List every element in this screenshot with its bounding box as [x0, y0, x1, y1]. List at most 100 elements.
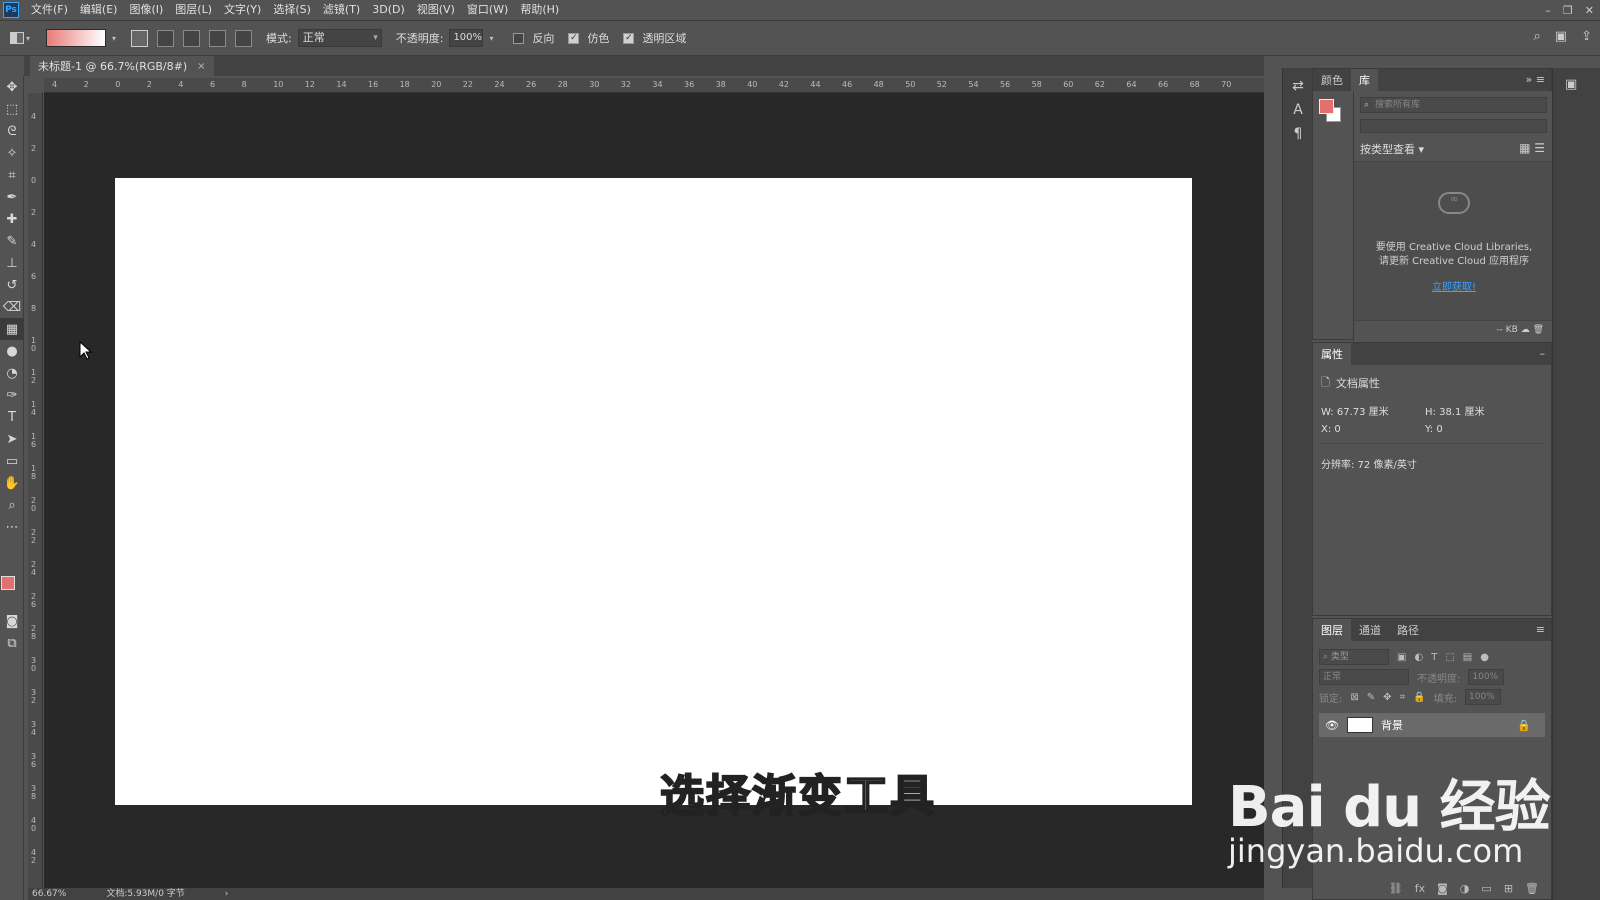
healing-brush-tool-icon[interactable]: ✚ — [0, 208, 24, 230]
paragraph-panel-icon[interactable]: ¶ — [1283, 122, 1313, 146]
layer-opacity-input[interactable]: 100% — [1468, 669, 1505, 685]
fx-icon[interactable]: fx — [1415, 882, 1425, 895]
blend-mode-select[interactable]: 正常 — [1319, 669, 1409, 685]
lock-transparent-icon[interactable]: ⊠ — [1350, 692, 1358, 703]
crop-tool-icon[interactable]: ⌗ — [0, 164, 24, 186]
canvas-workspace[interactable] — [44, 93, 1264, 888]
new-layer-icon[interactable]: ⊞ — [1504, 882, 1513, 895]
height-field[interactable]: H: 38.1 厘米 — [1425, 403, 1529, 418]
radial-gradient-button[interactable] — [157, 29, 174, 47]
layer-filter-select[interactable]: ⌕ 类型 — [1319, 649, 1389, 665]
opacity-input[interactable]: 100% — [449, 29, 484, 47]
restore-button[interactable]: ❐ — [1563, 4, 1573, 17]
dodge-tool-icon[interactable]: ◔ — [0, 362, 24, 384]
menu-help[interactable]: 帮助(H) — [514, 0, 565, 20]
menu-view[interactable]: 视图(V) — [411, 0, 461, 20]
gradient-editor-swatch[interactable] — [46, 29, 106, 47]
lock-pixels-icon[interactable]: ✎ — [1367, 692, 1375, 703]
mode-select[interactable]: 正常 — [297, 29, 382, 47]
tab-channels[interactable]: 通道 — [1351, 619, 1389, 641]
filter-toggle-icon[interactable]: ● — [1480, 652, 1489, 663]
type-tool-icon[interactable]: T — [0, 406, 24, 428]
x-field[interactable]: X: 0 — [1321, 424, 1425, 435]
library-select[interactable] — [1360, 119, 1547, 133]
get-now-link[interactable]: 立即获取! — [1354, 278, 1554, 293]
reflected-gradient-button[interactable] — [209, 29, 226, 47]
tab-color[interactable]: 颜色 — [1313, 69, 1351, 91]
color-swatches[interactable] — [1319, 99, 1341, 122]
adjustment-layer-icon[interactable]: ◑ — [1460, 882, 1470, 895]
transparency-checkbox[interactable]: ✓ — [623, 32, 635, 44]
link-layers-icon[interactable]: ⛓ — [1389, 882, 1403, 895]
character-panel-icon[interactable]: A — [1283, 98, 1313, 122]
menu-file[interactable]: 文件(F) — [25, 0, 74, 20]
pen-tool-icon[interactable]: ✑ — [0, 384, 24, 406]
screen-mode-icon[interactable]: ⧉ — [0, 632, 24, 654]
panel-collapse-icon[interactable]: – — [1540, 347, 1546, 360]
layer-row-background[interactable]: 👁 背景 🔒 — [1319, 713, 1545, 737]
close-window-button[interactable]: ✕ — [1585, 4, 1594, 17]
menu-image[interactable]: 图像(I) — [123, 0, 169, 20]
minimize-button[interactable]: – — [1545, 4, 1551, 17]
history-brush-tool-icon[interactable]: ↺ — [0, 274, 24, 296]
add-mask-icon[interactable]: ◙ — [1437, 882, 1448, 895]
linear-gradient-button[interactable] — [131, 29, 148, 47]
workspace-icon[interactable]: ▣ — [1555, 29, 1567, 44]
menu-3d[interactable]: 3D(D) — [366, 0, 411, 20]
history-panel-icon[interactable]: ⇄ — [1283, 74, 1313, 98]
lock-all-icon[interactable]: 🔒 — [1413, 692, 1425, 703]
y-field[interactable]: Y: 0 — [1425, 424, 1529, 435]
share-icon[interactable]: ⇪ — [1581, 29, 1592, 44]
tab-properties[interactable]: 属性 — [1313, 343, 1351, 365]
smart-object-filter-icon[interactable]: ▤ — [1463, 652, 1472, 663]
tab-paths[interactable]: 路径 — [1389, 619, 1427, 641]
document-tab[interactable]: 未标题-1 @ 66.7%(RGB/8#) × — [30, 56, 214, 76]
panel-menu-icon[interactable]: » ≡ — [1526, 73, 1545, 86]
lock-artboard-icon[interactable]: ⌗ — [1400, 692, 1406, 703]
quick-mask-icon[interactable]: ◙ — [0, 610, 24, 632]
lasso-tool-icon[interactable]: ᘓ — [0, 120, 24, 142]
library-search-input[interactable]: ⌕ 搜索所有库 — [1360, 97, 1547, 113]
menu-layer[interactable]: 图层(L) — [169, 0, 218, 20]
menu-type[interactable]: 文字(Y) — [218, 0, 267, 20]
stamp-tool-icon[interactable]: ⊥ — [0, 252, 24, 274]
type-filter-icon[interactable]: T — [1431, 652, 1437, 663]
gradient-picker-chevron-icon[interactable]: ▾ — [112, 34, 122, 43]
list-view-icon[interactable]: ☰ — [1534, 141, 1545, 155]
layer-lock-icon[interactable]: 🔒 — [1517, 719, 1531, 732]
adjustment-filter-icon[interactable]: ◐ — [1414, 652, 1423, 663]
fill-input[interactable]: 100% — [1465, 689, 1502, 705]
document-canvas[interactable] — [115, 178, 1192, 805]
tab-library[interactable]: 库 — [1351, 69, 1378, 91]
tool-preset-picker[interactable]: ▾ — [10, 27, 40, 49]
menu-select[interactable]: 选择(S) — [267, 0, 317, 20]
cloud-icon[interactable]: ☁ — [1521, 325, 1530, 335]
brush-tool-icon[interactable]: ✎ — [0, 230, 24, 252]
angle-gradient-button[interactable] — [183, 29, 200, 47]
eraser-tool-icon[interactable]: ⌫ — [0, 296, 24, 318]
grid-view-icon[interactable]: ▦ — [1519, 141, 1530, 155]
lock-position-icon[interactable]: ✥ — [1383, 692, 1391, 703]
width-field[interactable]: W: 67.73 厘米 — [1321, 403, 1425, 418]
expand-panels-icon[interactable]: ▣ — [1553, 72, 1600, 96]
marquee-tool-icon[interactable]: ⬚ — [0, 98, 24, 120]
tab-layers[interactable]: 图层 — [1313, 619, 1351, 641]
zoom-level[interactable]: 66.67% — [32, 888, 66, 900]
library-view-select[interactable]: 按类型查看 ▾ — [1360, 141, 1424, 157]
blur-tool-icon[interactable]: ● — [0, 340, 24, 362]
dither-checkbox[interactable]: ✓ — [568, 32, 580, 44]
reverse-checkbox[interactable] — [513, 32, 525, 44]
gradient-tool-icon[interactable]: ▦ — [0, 318, 24, 340]
visibility-eye-icon[interactable]: 👁 — [1325, 719, 1339, 732]
menu-filter[interactable]: 滤镜(T) — [317, 0, 366, 20]
move-tool-icon[interactable]: ✥ — [0, 76, 24, 98]
diamond-gradient-button[interactable] — [235, 29, 252, 47]
close-tab-icon[interactable]: × — [197, 61, 205, 72]
trash-icon[interactable]: 🗑 — [1533, 325, 1544, 335]
menu-edit[interactable]: 编辑(E) — [74, 0, 124, 20]
rectangle-tool-icon[interactable]: ▭ — [0, 450, 24, 472]
eyedropper-tool-icon[interactable]: ✒ — [0, 186, 24, 208]
more-tools-icon[interactable]: ⋯ — [0, 516, 24, 538]
panel-menu-icon[interactable]: ≡ — [1536, 623, 1545, 636]
new-group-icon[interactable]: ▭ — [1481, 882, 1491, 895]
